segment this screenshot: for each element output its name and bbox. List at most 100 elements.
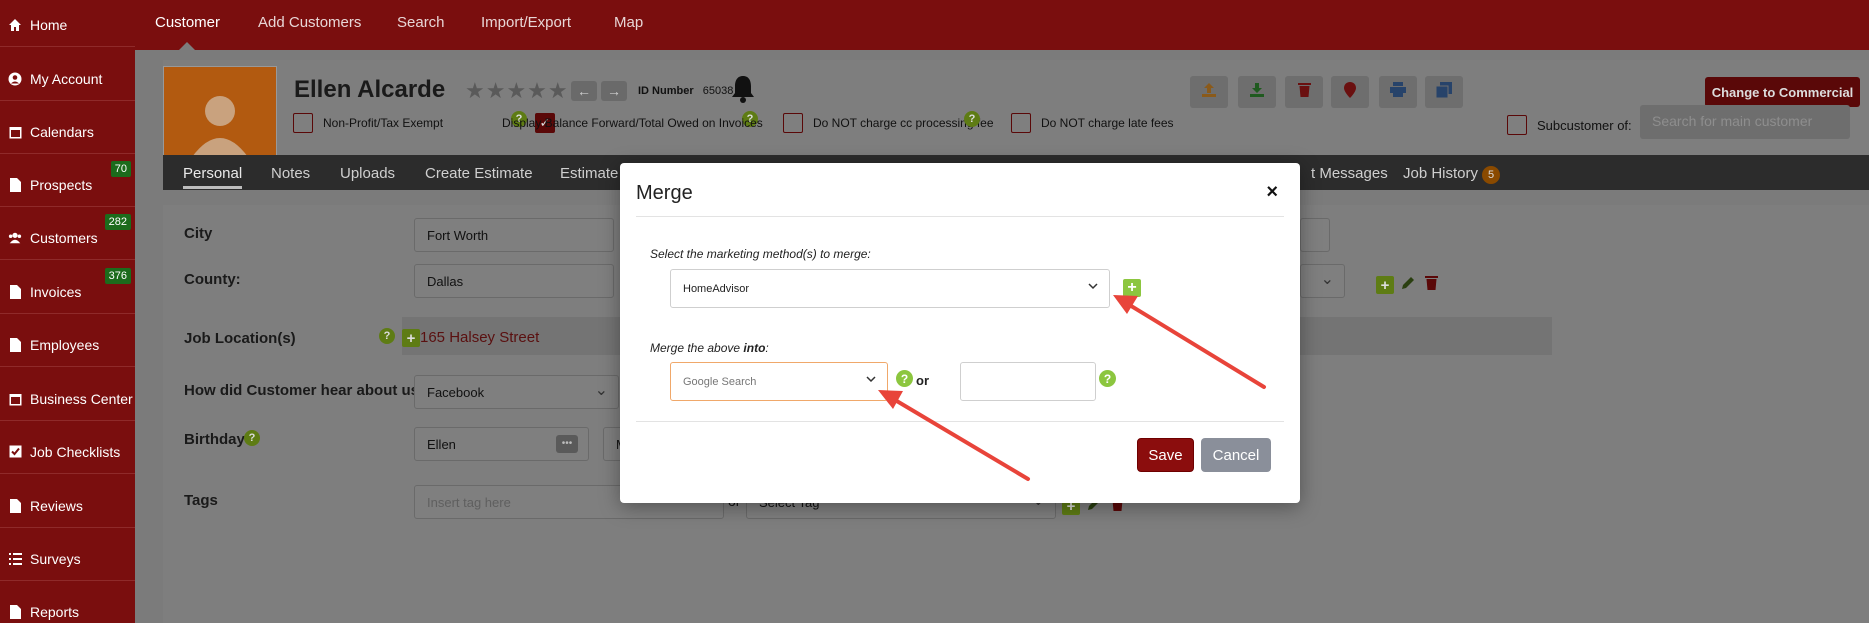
add-method-button[interactable]: +: [1123, 279, 1141, 297]
upload-icon: [1201, 82, 1217, 103]
sidebar-item-surveys[interactable]: Surveys: [0, 537, 135, 581]
upload-button[interactable]: [1190, 76, 1228, 108]
select-methods-label: Select the marketing method(s) to merge:: [650, 247, 871, 261]
active-tab-caret: [179, 42, 195, 50]
document-icon: [8, 498, 22, 513]
arrow-right-icon: →: [607, 83, 621, 99]
city-label: City: [184, 225, 213, 242]
cc-fee-checkbox[interactable]: [783, 113, 803, 133]
print-icon: [1390, 82, 1406, 102]
copy-button[interactable]: [1425, 76, 1463, 108]
change-to-commercial-button[interactable]: Change to Commercial: [1705, 77, 1860, 107]
print-button[interactable]: [1379, 76, 1417, 108]
next-customer-button[interactable]: →: [601, 81, 627, 101]
sidebar-item-customers[interactable]: Customers 282: [0, 214, 135, 260]
map-pin-icon: [1344, 81, 1356, 103]
sidebar-item-my-account[interactable]: My Account: [0, 57, 135, 101]
subcustomer-checkbox[interactable]: [1507, 115, 1527, 135]
sidebar-item-calendars[interactable]: Calendars: [0, 110, 135, 154]
add-job-location-button[interactable]: +: [402, 329, 420, 347]
sidebar-item-home[interactable]: Home: [0, 3, 135, 47]
merge-into-bold: into: [743, 341, 766, 355]
sidebar-item-label: Job Checklists: [30, 443, 121, 460]
county-select[interactable]: [1300, 264, 1345, 298]
save-button[interactable]: Save: [1137, 438, 1194, 472]
sidebar-item-reports[interactable]: Reports: [0, 590, 135, 623]
divider: [636, 421, 1284, 422]
subtab-job-history[interactable]: Job History 5: [1403, 165, 1501, 184]
list-icon: [8, 552, 22, 566]
help-icon[interactable]: ?: [964, 111, 980, 127]
tab-search[interactable]: Search: [397, 14, 445, 31]
document-icon: [8, 604, 22, 619]
late-fees-checkbox[interactable]: [1011, 113, 1031, 133]
bell-icon[interactable]: [730, 74, 756, 109]
tab-add-customers[interactable]: Add Customers: [258, 14, 361, 31]
new-method-input[interactable]: [960, 362, 1096, 401]
sidebar-item-label: Customers: [30, 229, 98, 246]
customer-name: Ellen Alcarde: [294, 76, 446, 103]
rating-stars[interactable]: ★★★★★: [465, 78, 569, 104]
map-pin-button[interactable]: [1331, 76, 1369, 108]
city-input[interactable]: Fort Worth: [414, 218, 614, 252]
tab-customer[interactable]: Customer: [155, 14, 220, 31]
birthday-label: Birthday: [184, 431, 245, 448]
sidebar-item-label: Home: [30, 16, 68, 33]
sidebar-item-label: Business Center: [30, 390, 133, 407]
previous-customer-button[interactable]: ←: [571, 81, 597, 101]
county-input[interactable]: Dallas: [414, 264, 614, 298]
chevron-down-icon: [1087, 280, 1099, 295]
tab-map[interactable]: Map: [614, 14, 643, 31]
sidebar-item-reviews[interactable]: Reviews: [0, 484, 135, 528]
zip-input[interactable]: [1300, 218, 1330, 252]
county-label: County:: [184, 271, 241, 288]
sidebar-item-label: Reports: [30, 603, 80, 620]
non-profit-checkbox[interactable]: [293, 113, 313, 133]
close-icon[interactable]: ×: [1266, 181, 1278, 204]
subtab-uploads[interactable]: Uploads: [340, 165, 395, 182]
help-icon[interactable]: ?: [896, 370, 913, 387]
sidebar-item-label: Prospects: [30, 176, 93, 193]
checkbox-icon: [8, 445, 22, 459]
id-number-value: 65038: [702, 85, 734, 97]
help-icon[interactable]: ?: [244, 430, 260, 446]
merge-into-select[interactable]: Google Search: [670, 362, 888, 401]
subtab-create-estimate[interactable]: Create Estimate: [425, 165, 533, 182]
divider: [636, 216, 1284, 217]
trash-icon: [1297, 82, 1311, 102]
prospects-count-badge: 70: [110, 161, 131, 177]
add-county-button[interactable]: +: [1376, 276, 1394, 294]
subtab-notes[interactable]: Notes: [271, 165, 310, 182]
hear-about-select[interactable]: Facebook: [414, 375, 619, 409]
document-icon: [8, 177, 22, 192]
merge-into-label: Merge the above into:: [650, 341, 769, 355]
sidebar-item-business-center[interactable]: Business Center: [0, 377, 135, 421]
non-profit-label: Non-Profit/Tax Exempt: [323, 116, 444, 130]
delete-customer-button[interactable]: [1285, 76, 1323, 108]
ellipsis-icon[interactable]: •••: [556, 435, 578, 453]
hear-about-label: How did Customer hear about us?: [184, 382, 429, 399]
tab-import-export[interactable]: Import/Export: [481, 14, 571, 31]
help-icon[interactable]: ?: [379, 328, 395, 344]
subtab-personal[interactable]: Personal: [183, 165, 243, 189]
sidebar-item-employees[interactable]: Employees: [0, 323, 135, 367]
sidebar: Home My Account Calendars Prospects 70 C…: [0, 0, 135, 623]
sidebar-item-invoices[interactable]: Invoices 376: [0, 268, 135, 314]
subcustomer-label: Subcustomer of:: [1537, 118, 1632, 133]
download-button[interactable]: [1238, 76, 1276, 108]
pencil-icon[interactable]: [1400, 275, 1416, 296]
id-number: ID Number 65038: [638, 85, 733, 97]
help-icon[interactable]: ?: [1099, 370, 1116, 387]
main-customer-search-input[interactable]: Search for main customer: [1640, 105, 1850, 139]
cancel-button[interactable]: Cancel: [1201, 438, 1271, 472]
download-icon: [1249, 82, 1265, 103]
trash-icon[interactable]: [1425, 275, 1438, 295]
sidebar-item-label: My Account: [30, 70, 103, 87]
sidebar-item-job-checklists[interactable]: Job Checklists: [0, 430, 135, 474]
marketing-method-select[interactable]: HomeAdvisor: [670, 269, 1110, 308]
subtab-estimates[interactable]: Estimate: [560, 165, 618, 182]
sidebar-item-prospects[interactable]: Prospects 70: [0, 161, 135, 207]
job-location-link[interactable]: 165 Halsey Street: [420, 329, 539, 346]
subtab-text-messages[interactable]: t Messages: [1311, 165, 1388, 182]
calendar-icon: [8, 392, 22, 406]
